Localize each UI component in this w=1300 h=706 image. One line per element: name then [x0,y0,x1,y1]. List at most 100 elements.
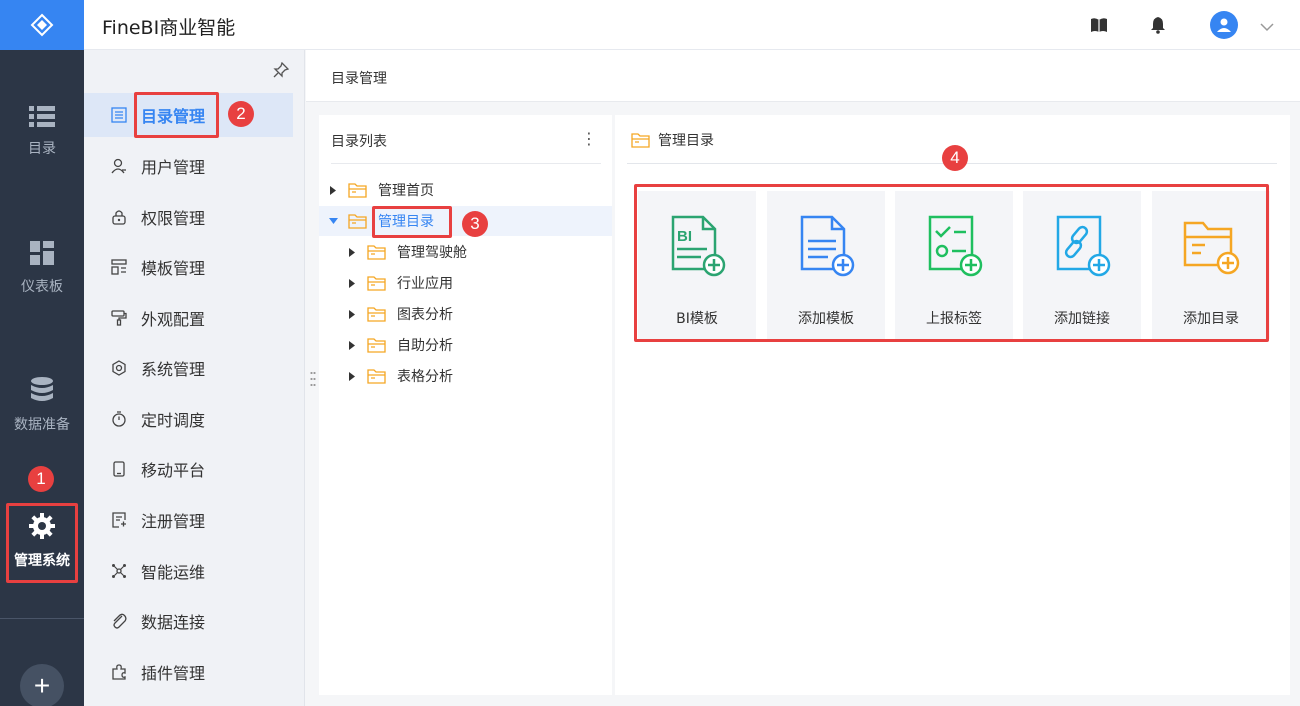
add-link-card[interactable]: 添加链接 [1023,191,1141,339]
menu-item-template-management[interactable]: 模板管理 [84,245,293,289]
card-label: 添加模板 [798,311,854,327]
logo[interactable] [0,0,84,50]
vertical-dots-icon: ⋮ [581,129,597,148]
breadcrumb-current: 目录管理 [331,71,387,87]
caret-down-icon[interactable] [328,216,338,226]
report-tag-card[interactable]: 上报标签 [895,191,1013,339]
menu-item-label: 插件管理 [141,664,206,683]
breadcrumb: 目录管理 [306,50,1300,102]
link-icon [110,612,128,630]
template-icon [110,258,128,276]
menu-item-permission-management[interactable]: 权限管理 [84,195,293,239]
rail-item-label: 管理系统 [14,553,70,569]
user-avatar-icon [1217,18,1231,32]
card-label: BI模板 [676,311,718,327]
report-tag-add-icon [924,214,984,278]
folder-icon [367,368,387,384]
menu-item-catalog-management[interactable]: 目录管理 [84,93,293,137]
divider [331,163,601,164]
menu-item-schedule[interactable]: 定时调度 [84,397,293,441]
tree-node-admin-home[interactable]: 管理首页 [319,175,612,205]
menu-item-label: 外观配置 [141,310,206,329]
tree-node-label: 自助分析 [397,338,453,354]
catalog-tree-panel: 目录列表 ⋮ 管理首页 管理目录 管理驾驶舱 行业应用 图表分析 自助分析 表格… [319,115,612,695]
folder-icon [348,182,368,198]
rail-item-catalog[interactable]: 目录 [0,104,84,158]
rail-item-label: 目录 [28,141,56,157]
folder-icon [367,306,387,322]
tree-node-table-analysis[interactable]: 表格分析 [319,361,612,391]
annotation-badge-3: 3 [462,211,488,237]
menu-item-label: 目录管理 [141,107,206,126]
menu-item-data-connection[interactable]: 数据连接 [84,599,293,643]
caret-right-icon[interactable] [347,309,357,319]
caret-right-icon[interactable] [347,278,357,288]
menu-item-label: 移动平台 [141,461,206,480]
panel-header: 管理目录 [631,130,714,150]
database-icon [31,377,53,401]
rail-item-label: 仪表板 [21,279,63,295]
tree-node-self-service[interactable]: 自助分析 [319,330,612,360]
caret-right-icon[interactable] [347,247,357,257]
folder-icon [367,275,387,291]
menu-item-label: 权限管理 [141,209,206,228]
ops-icon [110,562,128,580]
menu-item-label: 模板管理 [141,259,206,278]
bell-icon[interactable] [1148,15,1168,35]
tree-node-label: 表格分析 [397,369,453,385]
folder-icon [631,132,650,148]
annotation-badge-2: 2 [228,101,254,127]
mobile-icon [110,460,128,478]
catalog-detail-panel: 管理目录 BI BI模板 添加模板 上报标签 添加链接 添加目录 [615,115,1290,695]
svg-text:BI: BI [677,228,692,245]
card-label: 添加链接 [1054,311,1110,327]
menu-item-plugin-management[interactable]: 插件管理 [84,650,293,694]
more-options-button[interactable]: ⋮ [581,129,597,148]
tree-node-label: 图表分析 [397,307,453,323]
rail-item-admin[interactable]: 管理系统 [0,512,84,570]
help-book-icon[interactable] [1089,15,1109,35]
left-splitter-handle[interactable] [310,372,316,386]
tree-node-cockpit[interactable]: 管理驾驶舱 [319,237,612,267]
menu-item-mobile-platform[interactable]: 移动平台 [84,447,293,491]
list-icon [29,106,55,127]
rail-item-data-prep[interactable]: 数据准备 [0,376,84,434]
pin-icon[interactable] [273,61,290,82]
app-title: FineBI商业智能 [102,17,236,39]
register-icon [110,511,128,529]
bi-template-card[interactable]: BI BI模板 [638,191,756,339]
menu-item-label: 系统管理 [141,360,206,379]
tree-node-label: 管理目录 [378,214,434,230]
menu-item-registration[interactable]: 注册管理 [84,498,293,542]
tree-node-chart-analysis[interactable]: 图表分析 [319,299,612,329]
add-folder-card[interactable]: 添加目录 [1152,191,1270,339]
chevron-down-icon[interactable] [1260,17,1274,36]
finebi-logo-icon [30,13,54,37]
menu-item-smart-ops[interactable]: 智能运维 [84,549,293,593]
gear-icon [29,513,55,539]
panel-title: 管理目录 [658,133,714,149]
lock-icon [110,208,128,226]
menu-item-user-management[interactable]: 用户管理 [84,144,293,188]
link-add-icon [1052,214,1112,278]
folder-add-icon [1181,214,1241,278]
card-label: 上报标签 [926,311,982,327]
caret-right-icon[interactable] [347,371,357,381]
rail-item-dashboard[interactable]: 仪表板 [0,240,84,296]
dashboard-icon [30,241,54,265]
add-template-card[interactable]: 添加模板 [767,191,885,339]
add-button[interactable]: + [20,664,64,706]
user-icon [110,157,128,175]
tree-node-industry[interactable]: 行业应用 [319,268,612,298]
annotation-badge-4: 4 [942,145,968,171]
caret-right-icon[interactable] [347,340,357,350]
caret-right-icon[interactable] [328,185,338,195]
tree-panel-title: 目录列表 [331,134,387,150]
plugin-icon [110,663,128,681]
folder-icon [367,337,387,353]
rail-item-label: 数据准备 [14,417,70,433]
menu-item-appearance-config[interactable]: 外观配置 [84,296,293,340]
menu-item-system-management[interactable]: 系统管理 [84,346,293,390]
folder-icon [367,244,387,260]
avatar[interactable] [1210,11,1238,39]
